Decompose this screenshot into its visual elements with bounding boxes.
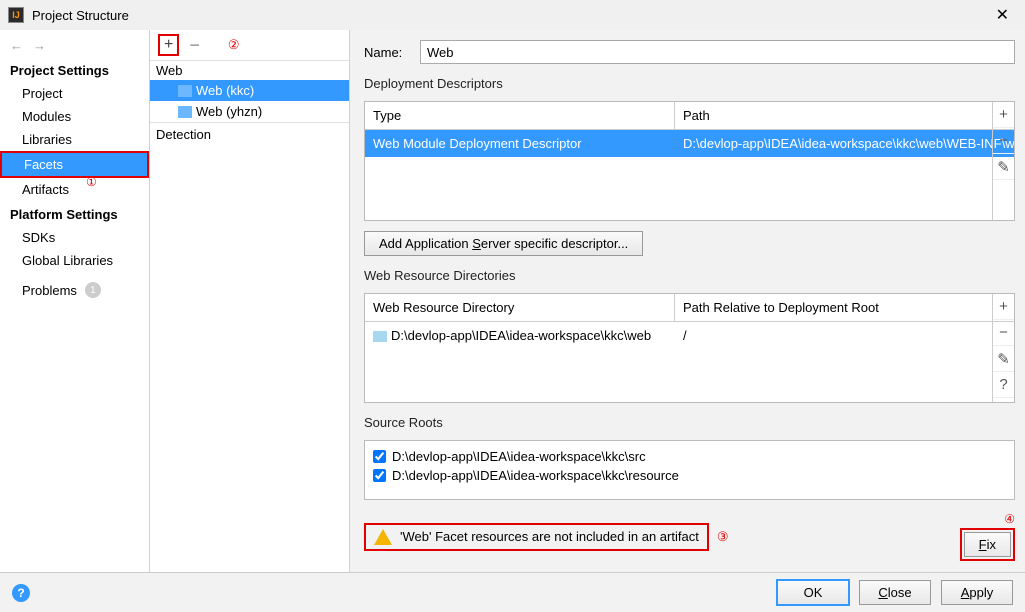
settings-nav: ← → Project Settings Project Modules Lib…	[0, 30, 150, 572]
table-side-actions: + − ✎ ?	[992, 294, 1014, 402]
cell-path: D:\devlop-app\IDEA\idea-workspace\kkc\we…	[675, 130, 1014, 157]
nav-history: ← →	[0, 34, 149, 57]
close-button[interactable]: Close	[859, 580, 931, 605]
nav-problems-label: Problems	[22, 283, 77, 298]
source-root-checkbox[interactable]	[373, 450, 386, 463]
warning-icon	[374, 529, 392, 545]
warning-row: 'Web' Facet resources are not included i…	[364, 512, 1015, 561]
apply-button[interactable]: Apply	[941, 580, 1013, 605]
fix-box: Fix	[960, 528, 1015, 561]
add-icon[interactable]: +	[993, 102, 1014, 128]
source-root-item[interactable]: D:\devlop-app\IDEA\idea-workspace\kkc\re…	[373, 466, 1006, 485]
deployment-descriptors-title: Deployment Descriptors	[364, 76, 1015, 91]
ok-button[interactable]: OK	[777, 580, 849, 605]
nav-sdks[interactable]: SDKs	[0, 226, 149, 249]
table-side-actions: + − ✎	[992, 102, 1014, 220]
add-icon[interactable]: +	[993, 294, 1014, 320]
table-row[interactable]: D:\devlop-app\IDEA\idea-workspace\kkc\we…	[365, 322, 1014, 349]
source-roots-panel: D:\devlop-app\IDEA\idea-workspace\kkc\sr…	[364, 440, 1015, 500]
nav-modules[interactable]: Modules	[0, 105, 149, 128]
source-root-checkbox[interactable]	[373, 469, 386, 482]
window-title: Project Structure	[32, 8, 129, 23]
app-icon: IJ	[8, 7, 24, 23]
nav-project[interactable]: Project	[0, 82, 149, 105]
platform-settings-header: Platform Settings	[0, 201, 149, 226]
cell-directory: D:\devlop-app\IDEA\idea-workspace\kkc\we…	[365, 322, 675, 349]
facet-tree: + − ② Web Web (kkc) Web (yhzn) Detection	[150, 30, 350, 572]
add-server-descriptor-button[interactable]: Add Application Server specific descript…	[364, 231, 643, 256]
annotation-3: ③	[717, 529, 729, 545]
source-root-path: D:\devlop-app\IDEA\idea-workspace\kkc\re…	[392, 468, 679, 483]
problems-count-badge: 1	[85, 282, 101, 298]
source-root-path: D:\devlop-app\IDEA\idea-workspace\kkc\sr…	[392, 449, 646, 464]
cell-type: Web Module Deployment Descriptor	[365, 130, 675, 157]
remove-icon[interactable]: −	[993, 320, 1014, 346]
tree-node-web[interactable]: Web	[150, 60, 349, 80]
folder-icon	[373, 331, 387, 342]
add-facet-button[interactable]: +	[158, 34, 179, 56]
back-icon[interactable]: ←	[10, 38, 23, 53]
tree-node-web-kkc[interactable]: Web (kkc)	[150, 80, 349, 101]
col-type: Type	[365, 102, 675, 129]
name-label: Name:	[364, 45, 410, 60]
nav-global-libraries[interactable]: Global Libraries	[0, 249, 149, 272]
tree-node-label: Web (kkc)	[196, 83, 254, 98]
table-header: Web Resource Directory Path Relative to …	[365, 294, 1014, 322]
dialog-footer: ? OK Close Apply	[0, 572, 1025, 612]
edit-icon[interactable]: ✎	[993, 154, 1014, 180]
annotation-4: ④	[1004, 512, 1015, 526]
col-directory: Web Resource Directory	[365, 294, 675, 321]
tree-node-detection[interactable]: Detection	[150, 122, 349, 146]
table-header: Type Path	[365, 102, 1014, 130]
tree-node-web-yhzn[interactable]: Web (yhzn)	[150, 101, 349, 122]
facet-editor: Name: Deployment Descriptors Type Path W…	[350, 30, 1025, 572]
annotation-1: ①	[86, 175, 97, 189]
nav-artifacts[interactable]: Artifacts	[0, 178, 149, 201]
table-row[interactable]: Web Module Deployment Descriptor D:\devl…	[365, 130, 1014, 157]
nav-libraries[interactable]: Libraries	[0, 128, 149, 151]
close-icon[interactable]: ✕	[988, 3, 1017, 27]
col-relative: Path Relative to Deployment Root	[675, 294, 1014, 321]
fix-button[interactable]: Fix	[964, 532, 1011, 557]
fix-container: ④ Fix	[960, 512, 1015, 561]
annotation-2: ②	[228, 37, 240, 53]
source-roots-title: Source Roots	[364, 415, 1015, 430]
forward-icon[interactable]: →	[33, 38, 46, 53]
warning-box: 'Web' Facet resources are not included i…	[364, 523, 709, 551]
col-path: Path	[675, 102, 1014, 129]
nav-facets[interactable]: Facets	[0, 151, 149, 178]
source-root-item[interactable]: D:\devlop-app\IDEA\idea-workspace\kkc\sr…	[373, 447, 1006, 466]
warning-text: 'Web' Facet resources are not included i…	[400, 529, 699, 544]
edit-icon[interactable]: ✎	[993, 346, 1014, 372]
cell-relative: /	[675, 322, 1014, 349]
project-settings-header: Project Settings	[0, 57, 149, 82]
deployment-descriptors-table: Type Path Web Module Deployment Descript…	[364, 101, 1015, 221]
remove-icon[interactable]: −	[993, 128, 1014, 154]
titlebar: IJ Project Structure ✕	[0, 0, 1025, 30]
help-icon[interactable]: ?	[993, 372, 1014, 398]
web-resource-table: Web Resource Directory Path Relative to …	[364, 293, 1015, 403]
web-icon	[178, 85, 192, 97]
tree-toolbar: + − ②	[150, 30, 349, 60]
name-input[interactable]	[420, 40, 1015, 64]
name-row: Name:	[364, 40, 1015, 64]
help-icon[interactable]: ?	[12, 584, 30, 602]
nav-problems[interactable]: Problems 1	[0, 272, 149, 302]
main-area: ← → Project Settings Project Modules Lib…	[0, 30, 1025, 572]
web-icon	[178, 106, 192, 118]
tree-node-label: Web (yhzn)	[196, 104, 262, 119]
remove-facet-button[interactable]: −	[187, 35, 202, 56]
web-resource-title: Web Resource Directories	[364, 268, 1015, 283]
